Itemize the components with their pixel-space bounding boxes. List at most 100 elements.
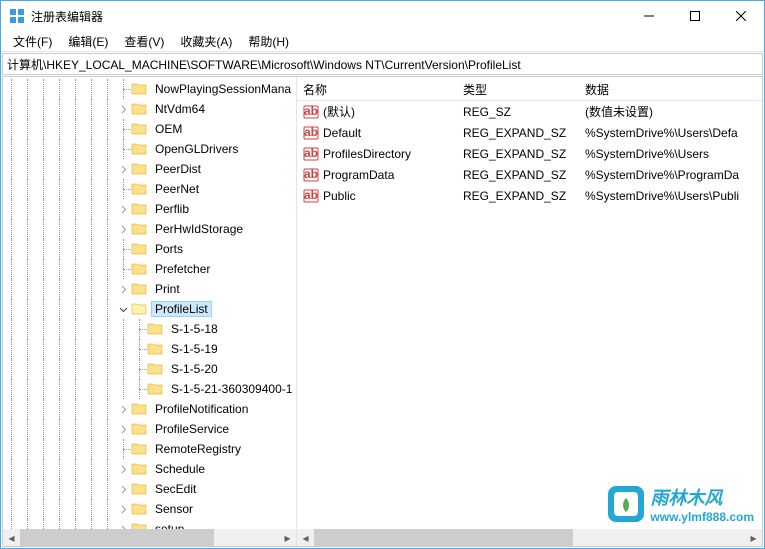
tree-item[interactable]: SecEdit: [3, 479, 296, 499]
tree-item[interactable]: S-1-5-18: [3, 319, 296, 339]
tree-item[interactable]: Ports: [3, 239, 296, 259]
tree-label: Perflib: [151, 202, 193, 216]
tree-label: Sensor: [151, 502, 197, 516]
minimize-button[interactable]: [626, 1, 672, 31]
tree-label: OpenGLDrivers: [151, 142, 242, 156]
chevron-right-icon[interactable]: [115, 279, 131, 299]
scroll-right-icon[interactable]: ▸: [279, 529, 296, 546]
close-button[interactable]: [718, 1, 764, 31]
scroll-thumb[interactable]: [314, 529, 573, 546]
folder-icon: [147, 321, 163, 337]
tree-item[interactable]: PeerDist: [3, 159, 296, 179]
value-name: ProfilesDirectory: [323, 147, 411, 161]
tree-label: Schedule: [151, 462, 209, 476]
menu-view[interactable]: 查看(V): [116, 32, 172, 51]
scroll-track[interactable]: [314, 529, 745, 546]
tree-item[interactable]: S-1-5-19: [3, 339, 296, 359]
list-row[interactable]: abProfilesDirectoryREG_EXPAND_SZ%SystemD…: [297, 143, 762, 164]
chevron-right-icon[interactable]: [115, 219, 131, 239]
list-row[interactable]: abProgramDataREG_EXPAND_SZ%SystemDrive%\…: [297, 164, 762, 185]
list-pane: 名称 类型 数据 ab(默认)REG_SZ(数值未设置)ab Default REG…: [297, 77, 762, 546]
app-icon: [9, 8, 25, 24]
chevron-right-icon[interactable]: [115, 159, 131, 179]
tree-item[interactable]: ProfileNotification: [3, 399, 296, 419]
tree-item[interactable]: Schedule: [3, 459, 296, 479]
tree-item[interactable]: Prefetcher: [3, 259, 296, 279]
menu-help[interactable]: 帮助(H): [240, 32, 297, 51]
scroll-left-icon[interactable]: ◂: [297, 529, 314, 546]
value-data: %SystemDrive%\ProgramDa: [579, 168, 762, 182]
tree-item[interactable]: NtVdm64: [3, 99, 296, 119]
scroll-left-icon[interactable]: ◂: [3, 529, 20, 546]
tree-item[interactable]: NowPlayingSessionMana: [3, 79, 296, 99]
scroll-thumb[interactable]: [20, 529, 214, 546]
tree-item[interactable]: Sensor: [3, 499, 296, 519]
folder-icon: [131, 281, 147, 297]
list-row[interactable]: ab(默认)REG_SZ(数值未设置): [297, 101, 762, 122]
list-header: 名称 类型 数据: [297, 77, 762, 101]
folder-icon: [131, 441, 147, 457]
tree-item[interactable]: PerHwIdStorage: [3, 219, 296, 239]
menu-favorites[interactable]: 收藏夹(A): [172, 32, 240, 51]
chevron-down-icon[interactable]: [115, 299, 131, 319]
folder-icon: [131, 501, 147, 517]
address-bar[interactable]: 计算机\HKEY_LOCAL_MACHINE\SOFTWARE\Microsof…: [2, 53, 763, 75]
tree-label: NowPlayingSessionMana: [151, 82, 295, 96]
scroll-right-icon[interactable]: ▸: [745, 529, 762, 546]
value-type: REG_EXPAND_SZ: [457, 168, 579, 182]
folder-icon: [131, 141, 147, 157]
folder-icon: [131, 481, 147, 497]
chevron-right-icon[interactable]: [115, 459, 131, 479]
folder-icon: [131, 261, 147, 277]
tree-label: NtVdm64: [151, 102, 209, 116]
chevron-right-icon[interactable]: [115, 419, 131, 439]
titlebar: 注册表编辑器: [1, 1, 764, 31]
column-type[interactable]: 类型: [457, 77, 579, 100]
value-type: REG_EXPAND_SZ: [457, 126, 579, 140]
menubar: 文件(F) 编辑(E) 查看(V) 收藏夹(A) 帮助(H): [1, 31, 764, 52]
maximize-button[interactable]: [672, 1, 718, 31]
folder-icon: [131, 401, 147, 417]
chevron-right-icon[interactable]: [115, 399, 131, 419]
menu-file[interactable]: 文件(F): [5, 32, 60, 51]
tree-label: S-1-5-21-360309400-1: [167, 382, 296, 396]
tree-label: SecEdit: [151, 482, 200, 496]
tree-label: ProfileNotification: [151, 402, 252, 416]
tree-scrollbar-horizontal[interactable]: ◂ ▸: [3, 529, 296, 546]
column-name[interactable]: 名称: [297, 77, 457, 100]
tree-label: Print: [151, 282, 184, 296]
watermark-title: 雨林木风: [650, 484, 754, 510]
tree-item[interactable]: S-1-5-20: [3, 359, 296, 379]
folder-icon: [131, 181, 147, 197]
menu-edit[interactable]: 编辑(E): [60, 32, 116, 51]
tree-item[interactable]: OpenGLDrivers: [3, 139, 296, 159]
chevron-right-icon[interactable]: [115, 479, 131, 499]
tree-item[interactable]: S-1-5-21-360309400-1: [3, 379, 296, 399]
tree-label: RemoteRegistry: [151, 442, 245, 456]
string-value-icon: ab: [303, 167, 319, 183]
tree-item[interactable]: Print: [3, 279, 296, 299]
list-scrollbar-horizontal[interactable]: ◂ ▸: [297, 529, 762, 546]
chevron-right-icon[interactable]: [115, 199, 131, 219]
tree-item[interactable]: ProfileService: [3, 419, 296, 439]
scroll-track[interactable]: [20, 529, 279, 546]
folder-icon: [147, 361, 163, 377]
tree-item[interactable]: PeerNet: [3, 179, 296, 199]
watermark-url: www.ylmf888.com: [650, 510, 754, 524]
tree-item[interactable]: OEM: [3, 119, 296, 139]
tree-item[interactable]: ProfileList: [3, 299, 296, 319]
tree-item[interactable]: RemoteRegistry: [3, 439, 296, 459]
value-name: Default: [323, 126, 361, 140]
value-data: (数值未设置): [579, 103, 762, 120]
list-row[interactable]: abPublicREG_EXPAND_SZ%SystemDrive%\Users…: [297, 185, 762, 206]
column-data[interactable]: 数据: [579, 77, 762, 100]
tree-label: PeerNet: [151, 182, 203, 196]
value-name: Public: [323, 189, 356, 203]
tree-item[interactable]: Perflib: [3, 199, 296, 219]
folder-icon: [131, 121, 147, 137]
value-data: %SystemDrive%\Users: [579, 147, 762, 161]
watermark: 雨林木风 www.ylmf888.com: [606, 484, 754, 524]
chevron-right-icon[interactable]: [115, 99, 131, 119]
list-row[interactable]: abDefaultREG_EXPAND_SZ%SystemDrive%\User…: [297, 122, 762, 143]
chevron-right-icon[interactable]: [115, 499, 131, 519]
